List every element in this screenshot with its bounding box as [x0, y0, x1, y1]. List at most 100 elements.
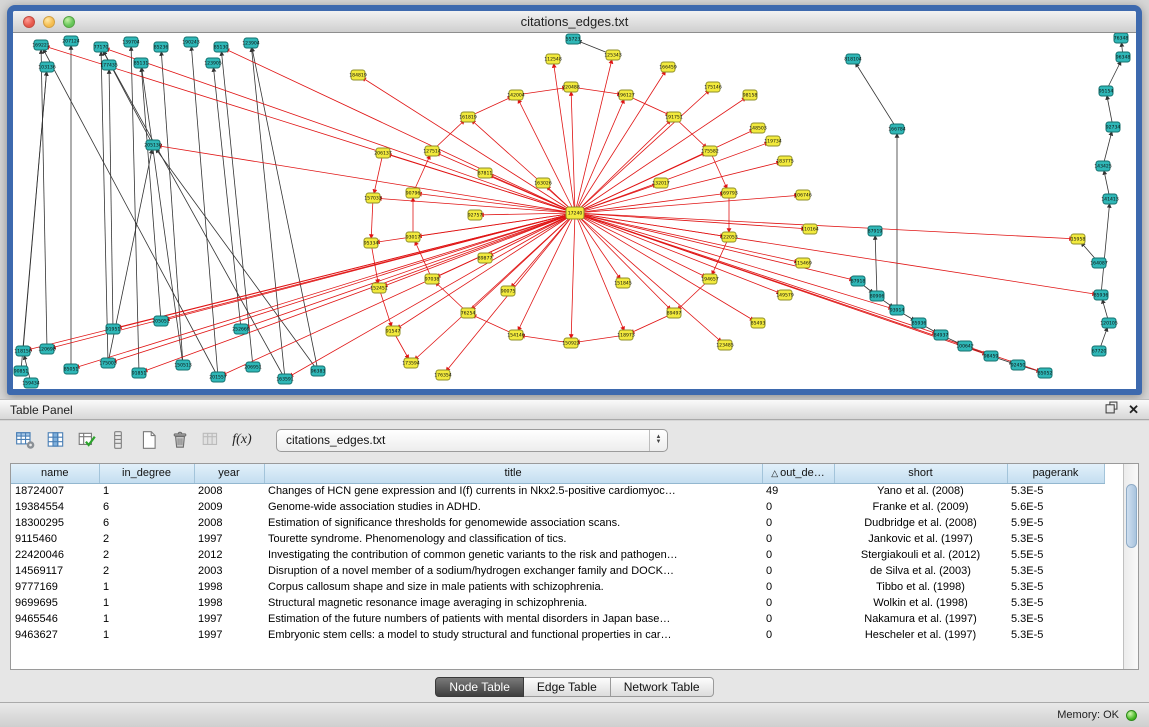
- graph-node[interactable]: [501, 286, 515, 296]
- table-cell[interactable]: Hescheler et al. (1997): [834, 627, 1007, 643]
- table-cell[interactable]: 5.5E-5: [1007, 547, 1104, 563]
- graph-edge[interactable]: [575, 161, 785, 213]
- graph-node[interactable]: [934, 330, 948, 340]
- graph-node[interactable]: [461, 112, 475, 122]
- graph-edge[interactable]: [213, 63, 241, 329]
- graph-node[interactable]: [106, 324, 120, 334]
- graph-node[interactable]: [1011, 360, 1025, 370]
- table-cell[interactable]: 0: [762, 611, 834, 627]
- graph-node[interactable]: [1102, 318, 1116, 328]
- graph-node[interactable]: [803, 224, 817, 234]
- graph-node[interactable]: [722, 232, 736, 242]
- table-cell[interactable]: Corpus callosum shape and size in male p…: [264, 579, 762, 595]
- table-cell[interactable]: Changes of HCN gene expression and I(f) …: [264, 483, 762, 499]
- table-cell[interactable]: 5.3E-5: [1007, 611, 1104, 627]
- column-header-out-degree[interactable]: △out_de…: [762, 464, 834, 483]
- graph-node[interactable]: [176, 360, 190, 370]
- graph-node[interactable]: [132, 368, 146, 378]
- graph-node[interactable]: [846, 54, 860, 64]
- table-scrollbar[interactable]: [1123, 464, 1138, 669]
- graph-edge[interactable]: [221, 47, 575, 213]
- graph-node[interactable]: [351, 70, 365, 80]
- table-cell[interactable]: 2003: [194, 563, 264, 579]
- graph-node[interactable]: [406, 188, 420, 198]
- graph-node[interactable]: [101, 358, 115, 368]
- graph-node[interactable]: [868, 226, 882, 236]
- graph-node[interactable]: [751, 123, 765, 133]
- graph-node[interactable]: [619, 330, 633, 340]
- graph-node[interactable]: [366, 193, 380, 203]
- table-cell[interactable]: 49: [762, 483, 834, 499]
- graph-node[interactable]: [766, 136, 780, 146]
- graph-node[interactable]: [94, 42, 108, 52]
- graph-node[interactable]: [546, 54, 560, 64]
- graph-node[interactable]: [509, 90, 523, 100]
- table-cell[interactable]: 1: [99, 627, 194, 643]
- graph-edge[interactable]: [575, 213, 626, 335]
- graph-node[interactable]: [124, 37, 138, 47]
- table-cell[interactable]: 5.6E-5: [1007, 499, 1104, 515]
- table-cell[interactable]: Nakamura et al. (1997): [834, 611, 1007, 627]
- graph-node[interactable]: [851, 276, 865, 286]
- table-cell[interactable]: Disruption of a novel member of a sodium…: [264, 563, 762, 579]
- graph-node[interactable]: [606, 50, 620, 60]
- graph-edge[interactable]: [379, 288, 393, 331]
- graph-node[interactable]: [1092, 346, 1106, 356]
- graph-node[interactable]: [206, 58, 220, 68]
- graph-node[interactable]: [566, 34, 580, 44]
- table-row[interactable]: 969969511998Structural magnetic resonanc…: [11, 595, 1104, 611]
- graph-edge[interactable]: [575, 213, 758, 323]
- table-cell[interactable]: 18300295: [11, 515, 99, 531]
- table-mode-button[interactable]: [12, 427, 38, 453]
- graph-node[interactable]: [667, 112, 681, 122]
- graph-edge[interactable]: [153, 145, 318, 371]
- table-row[interactable]: 1872400712008Changes of HCN gene express…: [11, 483, 1104, 499]
- graph-node[interactable]: [1096, 161, 1110, 171]
- table-cell[interactable]: 1997: [194, 627, 264, 643]
- graph-node[interactable]: [246, 362, 260, 372]
- graph-edge[interactable]: [575, 213, 623, 283]
- graph-node[interactable]: [478, 168, 492, 178]
- table-scrollbar-thumb[interactable]: [1126, 484, 1137, 548]
- table-cell[interactable]: 5.3E-5: [1007, 483, 1104, 499]
- minimize-window-button[interactable]: [43, 16, 55, 28]
- graph-edge[interactable]: [41, 45, 47, 349]
- graph-node[interactable]: [1038, 368, 1052, 378]
- table-cell[interactable]: 2008: [194, 483, 264, 499]
- table-cell[interactable]: Estimation of the future numbers of pati…: [264, 611, 762, 627]
- graph-edge[interactable]: [71, 213, 575, 369]
- graph-node[interactable]: [40, 62, 54, 72]
- graph-edge[interactable]: [575, 87, 713, 213]
- graph-edge[interactable]: [571, 87, 575, 213]
- graph-node[interactable]: [778, 290, 792, 300]
- graph-node[interactable]: [372, 283, 386, 293]
- show-columns-button[interactable]: [43, 427, 69, 453]
- graph-edge[interactable]: [285, 213, 575, 379]
- table-cell[interactable]: 9115460: [11, 531, 99, 547]
- graph-node[interactable]: [706, 82, 720, 92]
- graph-node[interactable]: [244, 38, 258, 48]
- table-cell[interactable]: 1998: [194, 595, 264, 611]
- graph-node[interactable]: [436, 370, 450, 380]
- graph-node[interactable]: [134, 58, 148, 68]
- graph-edge[interactable]: [575, 95, 626, 213]
- graph-node[interactable]: [751, 318, 765, 328]
- graph-node[interactable]: [234, 324, 248, 334]
- graph-edge[interactable]: [575, 213, 1078, 239]
- table-cell[interactable]: Jankovic et al. (1997): [834, 531, 1007, 547]
- graph-edge[interactable]: [516, 335, 571, 343]
- graph-edge[interactable]: [153, 145, 575, 213]
- graph-node[interactable]: [1103, 194, 1117, 204]
- graph-node[interactable]: [619, 90, 633, 100]
- graph-edge[interactable]: [516, 87, 571, 95]
- graph-edge[interactable]: [1101, 199, 1110, 295]
- graph-edge[interactable]: [571, 335, 626, 343]
- table-row[interactable]: 946362711997Embryonic stem cells: a mode…: [11, 627, 1104, 643]
- graph-edge[interactable]: [875, 231, 877, 296]
- graph-node[interactable]: [1106, 122, 1120, 132]
- graph-node[interactable]: [184, 37, 198, 47]
- table-cell[interactable]: Yano et al. (2008): [834, 483, 1007, 499]
- graph-node[interactable]: [984, 351, 998, 361]
- table-row[interactable]: 911546021997Tourette syndrome. Phenomeno…: [11, 531, 1104, 547]
- table-cell[interactable]: Estimation of significance thresholds fo…: [264, 515, 762, 531]
